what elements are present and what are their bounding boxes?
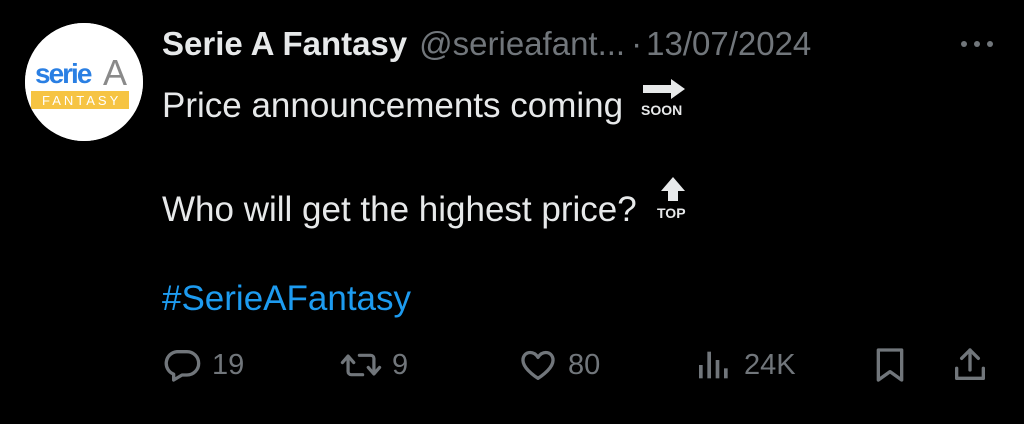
tweet-text-line-1: Price announcements coming SOON	[162, 77, 691, 127]
reply-icon	[164, 350, 201, 382]
tweet-header: Serie A Fantasy @serieafant... · 13/07/2…	[162, 24, 811, 64]
like-button[interactable]: 80	[518, 343, 600, 387]
top-arrow-emoji: TOP	[651, 175, 695, 231]
like-count: 80	[568, 348, 601, 381]
heart-icon	[521, 350, 555, 380]
tweet-card[interactable]: serie A FANTASY Serie A Fantasy @serieaf…	[0, 0, 1024, 424]
share-button[interactable]	[950, 343, 990, 387]
retweet-button[interactable]: 9	[340, 343, 408, 387]
logo-a-letter: A	[103, 52, 127, 93]
top-label: TOP	[657, 205, 686, 221]
more-options-button[interactable]	[957, 30, 997, 58]
bookmark-icon	[876, 348, 904, 382]
share-icon	[955, 348, 985, 380]
soon-arrow-emoji: SOON	[637, 77, 691, 127]
soon-label: SOON	[641, 102, 682, 117]
action-bar: 19 9 80 24K	[162, 343, 998, 387]
tweet-text: Who will get the highest price?	[162, 190, 637, 229]
author-handle[interactable]: @serieafant...	[419, 24, 625, 64]
tweet-date[interactable]: 13/07/2024	[646, 24, 811, 64]
views-count: 24K	[744, 348, 796, 381]
more-dots-icon	[987, 41, 993, 47]
more-dots-icon	[961, 41, 967, 47]
more-dots-icon	[974, 41, 980, 47]
tweet-text-line-2: Who will get the highest price? TOP	[162, 175, 695, 231]
retweet-icon	[340, 353, 382, 377]
logo-fantasy-text: FANTASY	[42, 93, 121, 108]
reply-button[interactable]: 19	[162, 343, 244, 387]
tweet-text: Price announcements coming	[162, 86, 624, 125]
views-icon	[699, 351, 728, 379]
author-display-name[interactable]: Serie A Fantasy	[162, 24, 407, 64]
reply-count: 19	[212, 348, 245, 381]
views-button[interactable]: 24K	[694, 343, 796, 387]
avatar[interactable]: serie A FANTASY	[25, 23, 143, 141]
retweet-count: 9	[392, 348, 409, 381]
header-separator: ·	[631, 25, 643, 62]
serie-a-fantasy-logo: serie A FANTASY	[25, 23, 143, 141]
hashtag-link[interactable]: #SerieAFantasy	[162, 278, 411, 320]
bookmark-button[interactable]	[870, 343, 910, 387]
logo-serie-text: serie	[35, 58, 92, 89]
